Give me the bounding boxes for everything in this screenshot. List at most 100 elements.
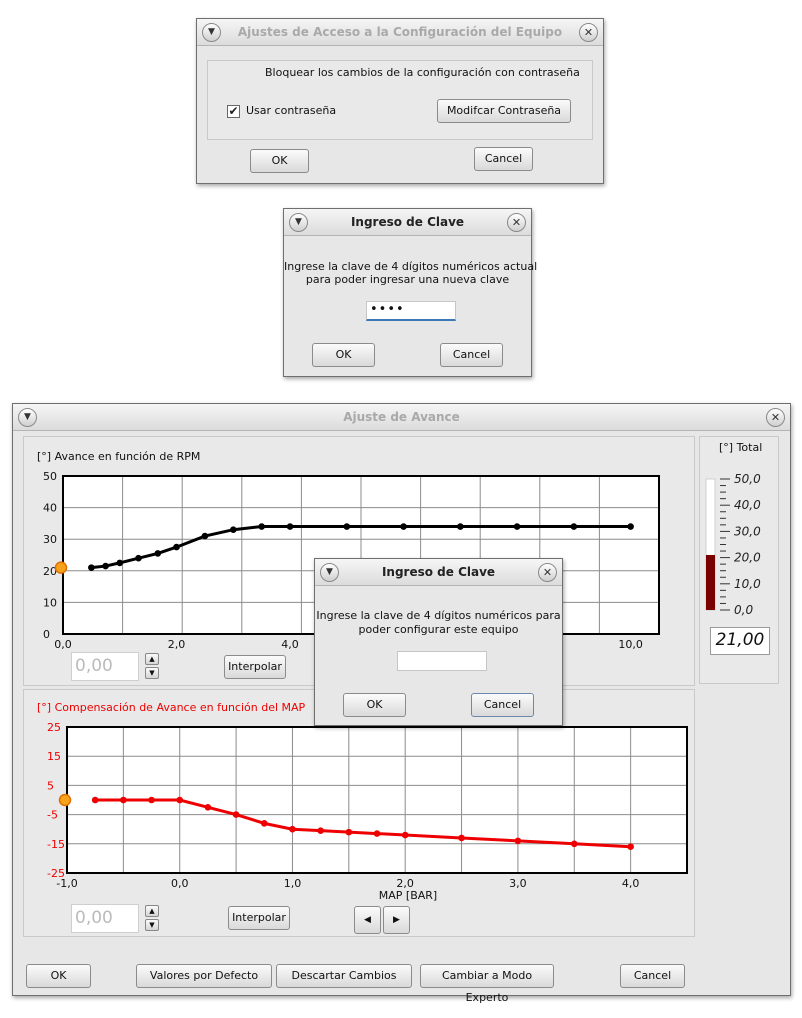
x-tick-label: 0,0 [171, 877, 189, 890]
data-point[interactable] [102, 562, 109, 570]
x-tick-label: 1,0 [284, 877, 302, 890]
y-tick-label: 40 [43, 502, 57, 515]
advance-window-titlebar[interactable]: ▼ Ajuste de Avance ✕ [13, 404, 790, 431]
map-panel-title: [°] Compensación de Avance en función de… [37, 701, 306, 714]
next-arrow-button[interactable]: ▶ [383, 906, 410, 934]
key-entry-dialog-configure: ▼ Ingreso de Clave ✕ Ingrese la clave de… [314, 558, 563, 726]
close-icon[interactable]: ✕ [538, 563, 557, 582]
y-tick-label: -5 [47, 809, 58, 822]
main-ok-button[interactable]: OK [26, 964, 91, 988]
map-spin-down-button[interactable]: ▼ [145, 919, 159, 931]
data-point[interactable] [91, 796, 99, 804]
x-tick-label: -1,0 [56, 877, 77, 890]
data-point[interactable] [135, 554, 142, 562]
y-tick-label: 0 [43, 628, 50, 641]
y-tick-label: 15 [47, 750, 61, 763]
rpm-panel-title: [°] Avance en función de RPM [37, 450, 201, 463]
x-tick-label: 4,0 [281, 638, 299, 651]
data-point[interactable] [345, 828, 353, 836]
data-point[interactable] [120, 796, 127, 804]
access-ok-button[interactable]: OK [250, 149, 309, 173]
access-cancel-button[interactable]: Cancel [474, 147, 533, 171]
use-password-label: Usar contraseña [246, 104, 337, 117]
total-label: [°] Total [719, 441, 763, 454]
y-tick-label: -15 [47, 838, 65, 851]
gauge-tick-label: 40,0 [734, 498, 761, 512]
key-entry-dialog-change: ▼ Ingreso de Clave ✕ Ingrese la clave de… [283, 208, 538, 377]
password-lock-group-label: Bloquear los cambios de la configuración… [265, 66, 580, 79]
access-dialog-titlebar[interactable]: ▼ Ajustes de Acceso a la Configuración d… [197, 19, 603, 46]
data-point[interactable] [513, 523, 521, 530]
data-point[interactable] [232, 811, 240, 818]
close-icon[interactable]: ✕ [507, 213, 526, 232]
config-password-field[interactable] [397, 651, 487, 671]
defaults-button[interactable]: Valores por Defecto [136, 964, 272, 988]
rpm-spin-down-button[interactable]: ▼ [145, 667, 159, 679]
y-tick-label: 25 [47, 721, 61, 734]
key2-dialog-titlebar[interactable]: ▼ Ingreso de Clave ✕ [315, 559, 562, 586]
x-axis-label: MAP [BAR] [379, 889, 437, 902]
current-value-marker[interactable] [58, 793, 72, 807]
gauge-tick-label: 50,0 [734, 472, 761, 486]
close-icon[interactable]: ✕ [579, 23, 598, 42]
use-password-checkbox[interactable]: ✔ [227, 105, 240, 118]
key-cancel-button[interactable]: Cancel [440, 343, 503, 367]
gauge-tick-label: 20,0 [734, 551, 761, 565]
data-point[interactable] [154, 550, 162, 557]
map-interpolate-button[interactable]: Interpolar [228, 906, 290, 930]
map-chart[interactable]: 25155-5-15-25-1,0 0,0 1,0 2,0 3,0 4,0MAP [BAR… [24, 716, 696, 902]
close-icon[interactable]: ✕ [766, 408, 785, 427]
data-point[interactable] [627, 843, 634, 851]
map-spin-up-button[interactable]: ▲ [145, 905, 159, 917]
total-gauge: 50,0 40,0 30,0 20,0 10,0 0,0 [705, 472, 761, 617]
data-point[interactable] [173, 543, 180, 551]
key-dialog-titlebar[interactable]: ▼ Ingreso de Clave ✕ [284, 209, 531, 236]
key2-ok-button[interactable]: OK [343, 693, 406, 717]
modify-password-button[interactable]: Modifcar Contraseña [437, 99, 571, 123]
data-point[interactable] [260, 820, 268, 827]
previous-arrow-button[interactable]: ◀ [354, 906, 381, 934]
access-dialog-title: Ajustes de Acceso a la Configuración del… [237, 25, 563, 39]
expert-mode-button[interactable]: Cambiar a Modo Experto [420, 964, 554, 1004]
data-point[interactable] [458, 834, 465, 842]
gauge-fill [706, 554, 715, 610]
key-dialog-title: Ingreso de Clave [350, 215, 465, 229]
key-ok-button[interactable]: OK [312, 343, 375, 367]
rpm-spin-up-button[interactable]: ▲ [145, 653, 159, 665]
data-point[interactable] [286, 523, 294, 530]
rpm-interpolate-button[interactable]: Interpolar [224, 655, 286, 679]
data-point[interactable] [401, 831, 409, 839]
data-point[interactable] [373, 830, 381, 837]
current-value-marker[interactable] [54, 561, 68, 574]
data-point[interactable] [88, 564, 95, 571]
current-password-field[interactable]: •••• [366, 301, 456, 321]
key-message-line1: Ingrese la clave de 4 dígitos numéricos … [284, 260, 538, 273]
data-point[interactable] [289, 825, 296, 833]
data-point[interactable] [116, 559, 124, 567]
gauge-tick-label: 10,0 [734, 577, 761, 591]
total-panel: [°] Total 50,0 40,0 30,0 20,0 10,0 0,0 21,00 [699, 436, 779, 684]
x-tick-label: 4,0 [622, 877, 640, 890]
data-point[interactable] [258, 523, 265, 530]
data-point[interactable] [400, 523, 407, 530]
discard-changes-button[interactable]: Descartar Cambios [276, 964, 412, 988]
data-point[interactable] [514, 837, 522, 845]
key2-cancel-button[interactable]: Cancel [471, 693, 534, 717]
data-point[interactable] [627, 523, 634, 530]
data-point[interactable] [229, 526, 237, 534]
key2-message-line2: poder configurar este equipo [358, 623, 519, 636]
data-point[interactable] [148, 796, 155, 804]
rpm-value-spinbox[interactable]: 0,00 [71, 652, 139, 681]
data-point[interactable] [204, 804, 212, 811]
y-tick-label: 10 [43, 596, 57, 609]
data-point[interactable] [457, 523, 464, 530]
data-point[interactable] [176, 796, 184, 804]
key2-message-line1: Ingrese la clave de 4 dígitos numéricos … [316, 609, 561, 622]
main-cancel-button[interactable]: Cancel [620, 964, 685, 988]
data-point[interactable] [343, 523, 351, 530]
data-point[interactable] [201, 532, 209, 540]
map-value-spinbox[interactable]: 0,00 [71, 904, 139, 933]
data-point[interactable] [570, 523, 578, 530]
data-point[interactable] [570, 840, 578, 848]
data-point[interactable] [317, 827, 324, 834]
